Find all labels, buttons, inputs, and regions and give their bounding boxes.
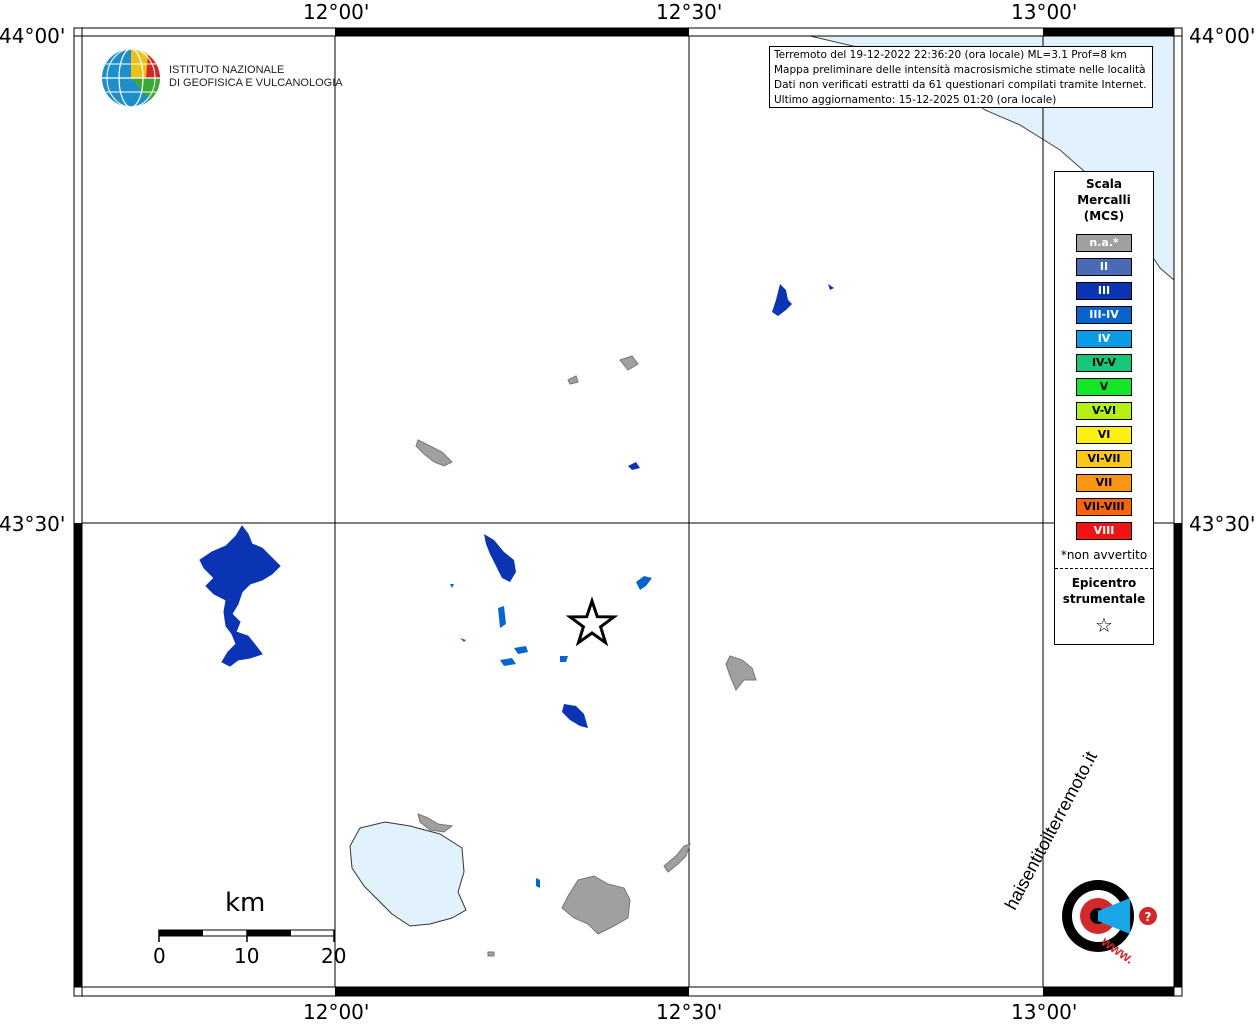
legend-item-ii: II: [1076, 258, 1132, 276]
scale-bar-label-10: 10: [234, 944, 260, 968]
legend-separator: [1055, 568, 1153, 569]
municipality-mcs-iii-iv: [500, 658, 516, 666]
municipality-not-felt: [663, 843, 691, 873]
legend-items: n.a.* II III III-IV IV IV-V V V-VI VI VI-VII VII VI…: [1055, 234, 1153, 540]
legend-item-v-vi: V-VI: [1076, 402, 1132, 420]
lake-trasimeno: [349, 821, 467, 927]
info-line-description: Mappa preliminare delle intensità macros…: [774, 64, 1146, 76]
legend-item-iii: III: [1076, 282, 1132, 300]
legend-item-iv: IV: [1076, 330, 1132, 348]
municipality-mcs-iii-iv: [460, 638, 466, 642]
municipality-not-felt: [415, 439, 453, 467]
municipality-shapes: [199, 284, 834, 957]
lon-label-top-13-00: 13°00': [1011, 0, 1078, 24]
lon-label-bottom-12-30: 12°30': [656, 1000, 723, 1024]
lon-label-bottom-13-00: 13°00': [1011, 1000, 1078, 1024]
lat-label-right-43-30: 43°30': [1189, 512, 1256, 536]
scale-bar-label-0: 0: [153, 944, 166, 968]
earthquake-info-box: Terremoto del 19-12-2022 22:36:20 (ora l…: [769, 46, 1153, 108]
scale-bar: [158, 929, 335, 942]
municipality-mcs-iii: [562, 704, 588, 728]
scale-bar-title: km: [225, 888, 266, 918]
legend-item-na: n.a.*: [1076, 234, 1132, 252]
municipality-not-felt: [567, 375, 579, 385]
municipality-not-felt: [619, 355, 639, 371]
municipality-mcs-iii-iv: [514, 646, 528, 654]
legend-item-vi: VI: [1076, 426, 1132, 444]
legend-note: *non avvertito: [1060, 548, 1148, 562]
mcs-legend: Scala Mercalli (MCS) n.a.* II III III-IV IV I…: [1054, 171, 1154, 645]
municipality-not-felt: [561, 875, 631, 935]
info-line-last-update: Ultimo aggiornamento: 15-12-2025 01:20 (…: [774, 94, 1057, 106]
municipality-mcs-iii: [199, 525, 281, 667]
municipality-mcs-iii: [828, 284, 834, 290]
municipality-not-felt: [487, 951, 495, 957]
ingv-logo-line2: DI GEOFISICA E VULCANOLOGIA: [169, 77, 343, 89]
municipality-mcs-iii-iv: [560, 656, 568, 662]
lat-label-left-43-30: 43°30': [0, 512, 66, 536]
ingv-logo-text: ISTITUTO NAZIONALE DI GEOFISICA E VULCAN…: [169, 64, 343, 90]
legend-item-iv-v: IV-V: [1076, 354, 1132, 372]
lat-label-left-44-00: 44°00': [0, 24, 66, 48]
lon-label-top-12-30: 12°30': [656, 0, 723, 24]
municipality-mcs-iii-iv: [450, 584, 454, 588]
municipality-mcs-iii-iv: [636, 576, 652, 590]
ingv-logo-line1: ISTITUTO NAZIONALE: [169, 64, 285, 76]
svg-text:?: ?: [1145, 910, 1152, 924]
municipality-not-felt: [725, 655, 757, 691]
legend-star-icon: ☆: [1095, 613, 1113, 637]
epicenter-star: [565, 596, 619, 647]
scale-bar-label-20: 20: [321, 944, 347, 968]
legend-epicenter: Epicentro strumentale: [1055, 575, 1153, 607]
graticule: [81, 35, 1175, 988]
legend-item-vii: VII: [1076, 474, 1132, 492]
municipality-mcs-iii: [772, 284, 792, 316]
legend-item-vi-vii: VI-VII: [1076, 450, 1132, 468]
legend-title: Scala Mercalli (MCS): [1055, 176, 1153, 224]
map-frame: [73, 27, 1183, 997]
legend-item-iii-iv: III-IV: [1076, 306, 1132, 324]
municipality-mcs-iii: [628, 462, 640, 470]
lon-label-bottom-12-00: 12°00': [303, 1000, 370, 1024]
legend-item-viii: VIII: [1076, 522, 1132, 540]
municipality-mcs-iii: [484, 534, 516, 582]
legend-epicenter-line1: Epicentro: [1071, 576, 1137, 590]
info-line-event: Terremoto del 19-12-2022 22:36:20 (ora l…: [774, 49, 1127, 61]
legend-item-v: V: [1076, 378, 1132, 396]
legend-title-line2: Mercalli: [1077, 193, 1131, 207]
lon-label-top-12-00: 12°00': [303, 0, 370, 24]
legend-item-vii-viii: VII-VIII: [1076, 498, 1132, 516]
legend-epicenter-line2: strumentale: [1062, 592, 1146, 606]
lat-label-right-44-00: 44°00': [1189, 24, 1256, 48]
municipality-mcs-iii-iv: [498, 606, 506, 628]
ingv-logo-icon: [102, 48, 161, 108]
info-line-data-source: Dati non verificati estratti da 61 quest…: [774, 79, 1147, 91]
legend-title-line1: Scala: [1085, 177, 1123, 191]
municipality-mcs-iii-iv: [536, 878, 540, 888]
legend-title-line3: (MCS): [1083, 209, 1125, 223]
